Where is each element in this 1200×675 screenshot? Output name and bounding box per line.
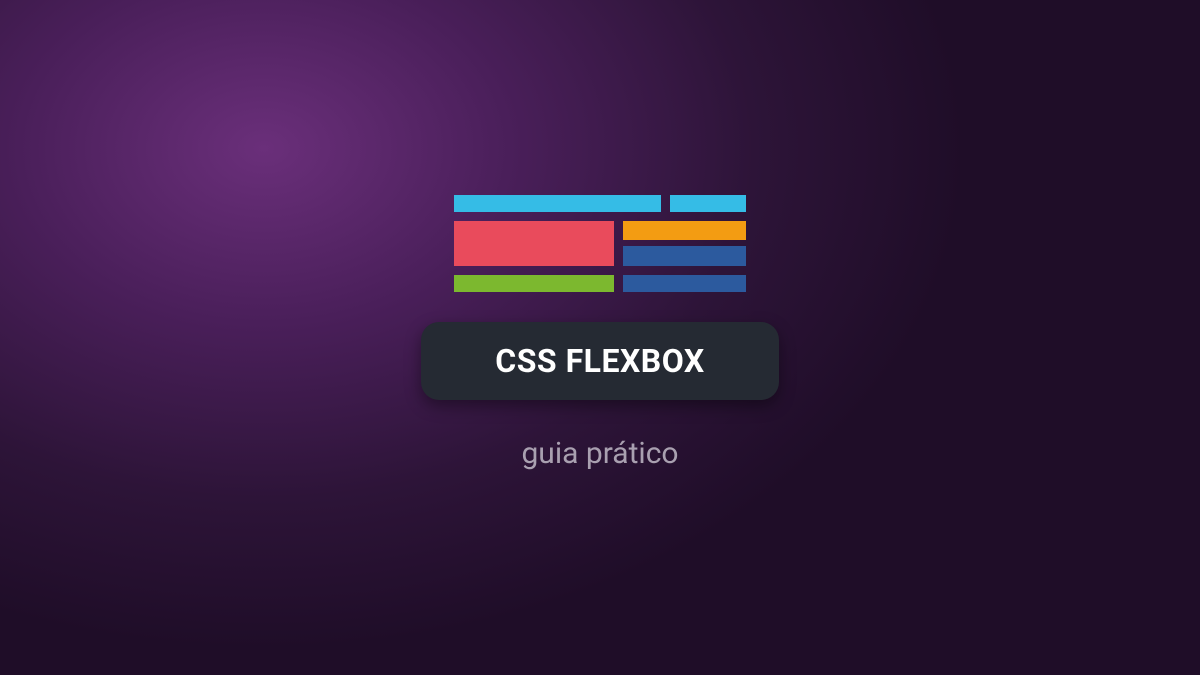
subtitle-text: guia prático	[521, 436, 678, 471]
logo-row-2	[454, 221, 746, 266]
logo-row-1	[454, 195, 746, 212]
title-text: CSS FLEXBOX	[495, 342, 704, 380]
logo-block-blue-top	[623, 246, 746, 266]
logo-block-blue-bottom	[623, 275, 746, 292]
title-pill: CSS FLEXBOX	[421, 322, 778, 400]
hero-content: CSS FLEXBOX guia prático	[421, 195, 778, 471]
logo-row-3	[454, 275, 746, 292]
logo-block-orange	[623, 221, 746, 240]
logo-block-green	[454, 275, 614, 292]
logo-block-right-column	[623, 221, 746, 266]
logo-block-cyan-small	[670, 195, 746, 212]
logo-block-cyan-wide	[454, 195, 661, 212]
logo-block-red	[454, 221, 614, 266]
flexbox-logo-icon	[454, 195, 746, 292]
